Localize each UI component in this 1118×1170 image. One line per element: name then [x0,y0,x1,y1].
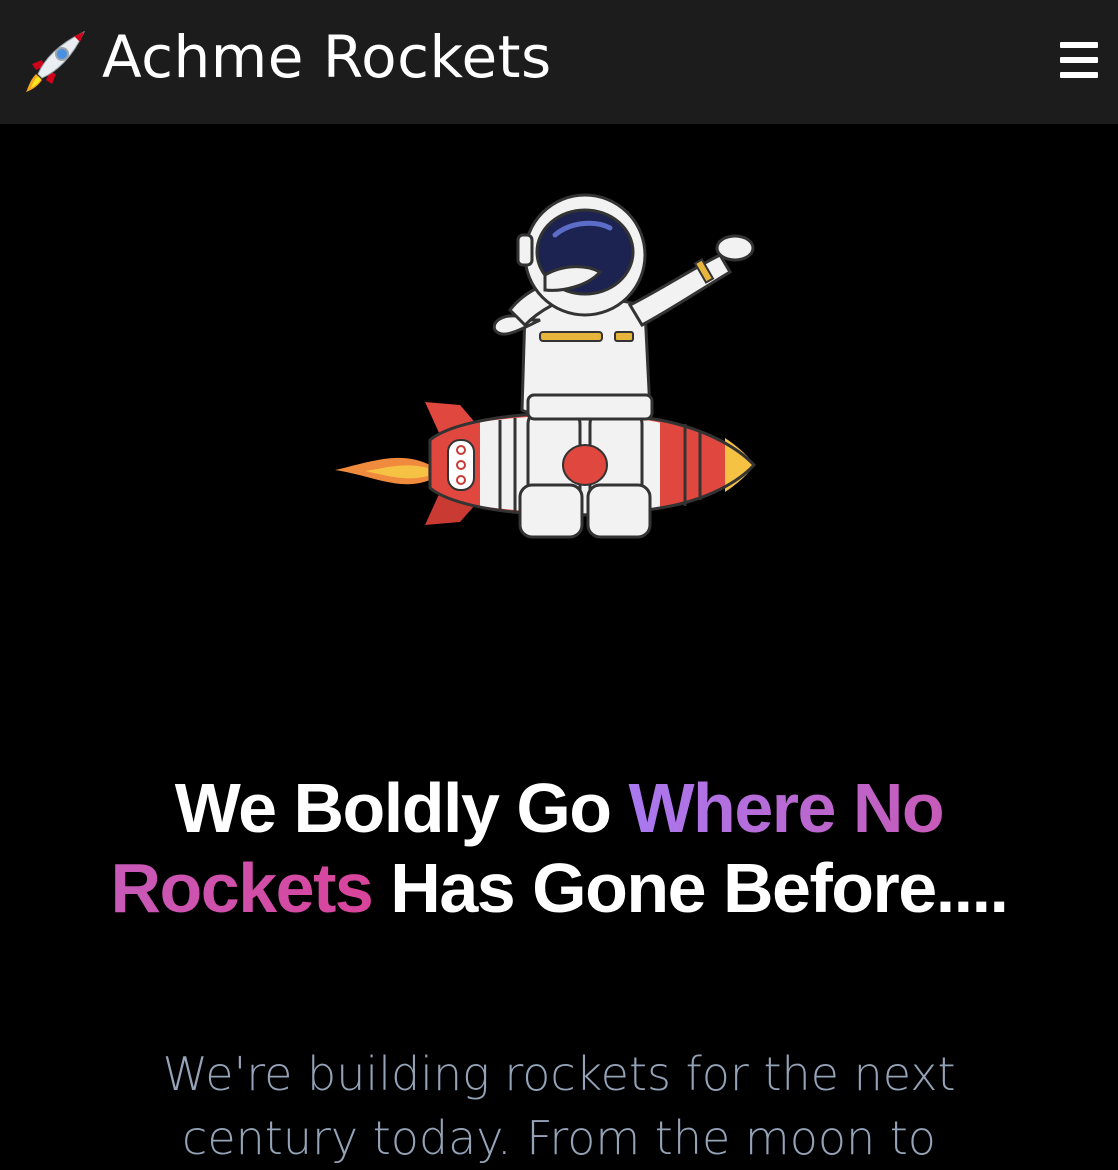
top-navbar: Achme Rockets [0,0,1118,124]
menu-line [1060,72,1098,78]
rocket-icon [26,30,86,92]
headline-text: Has Gone Before.... [372,849,1009,927]
brand-link[interactable]: Achme Rockets [22,23,552,94]
menu-line [1060,57,1098,63]
hero-headline: We Boldly Go Where No Rockets Has Gone B… [100,768,1018,928]
headline-text: We Boldly Go [174,769,629,847]
hamburger-menu-icon[interactable] [1060,42,1098,78]
hero-subtitle: We're building rockets for the next cent… [162,1047,956,1165]
brand-name: Achme Rockets [102,23,552,91]
menu-line [1060,42,1098,48]
astronaut-on-rocket-illustration [335,193,757,539]
